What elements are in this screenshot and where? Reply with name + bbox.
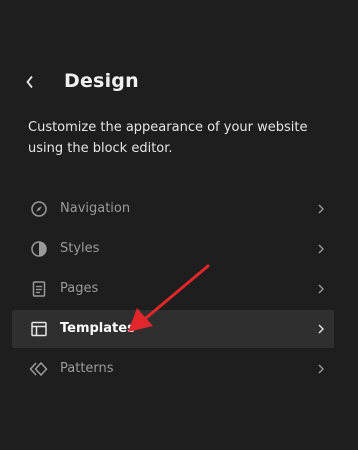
page-title: Design	[64, 70, 139, 92]
chevron-right-icon	[318, 324, 324, 334]
templates-layout-icon	[29, 319, 49, 339]
panel-header: Design	[0, 62, 358, 106]
chevron-left-icon	[26, 75, 33, 89]
menu-item-label: Pages	[60, 281, 99, 296]
menu-item-navigation[interactable]: Navigation	[12, 190, 334, 228]
chevron-right-icon	[318, 364, 324, 374]
menu-item-label: Templates	[60, 321, 135, 336]
menu-item-patterns[interactable]: Patterns	[12, 350, 334, 388]
menu-item-templates[interactable]: Templates	[12, 310, 334, 348]
styles-half-circle-icon	[29, 239, 49, 259]
menu-item-styles[interactable]: Styles	[12, 230, 334, 268]
menu-item-pages[interactable]: Pages	[12, 270, 334, 308]
menu-item-label: Patterns	[60, 361, 114, 376]
menu-item-label: Styles	[60, 241, 100, 256]
design-menu: Navigation Styles Pages Templates Patter…	[12, 190, 334, 390]
chevron-right-icon	[318, 204, 324, 214]
navigation-compass-icon	[29, 199, 49, 219]
panel-description: Customize the appearance of your website…	[28, 120, 308, 156]
design-sidebar-panel: Design Customize the appearance of your …	[0, 0, 358, 450]
patterns-diamond-icon	[29, 359, 49, 379]
pages-document-icon	[29, 279, 49, 299]
chevron-right-icon	[318, 284, 324, 294]
back-button[interactable]	[20, 70, 40, 94]
menu-item-label: Navigation	[60, 201, 131, 216]
chevron-right-icon	[318, 244, 324, 254]
